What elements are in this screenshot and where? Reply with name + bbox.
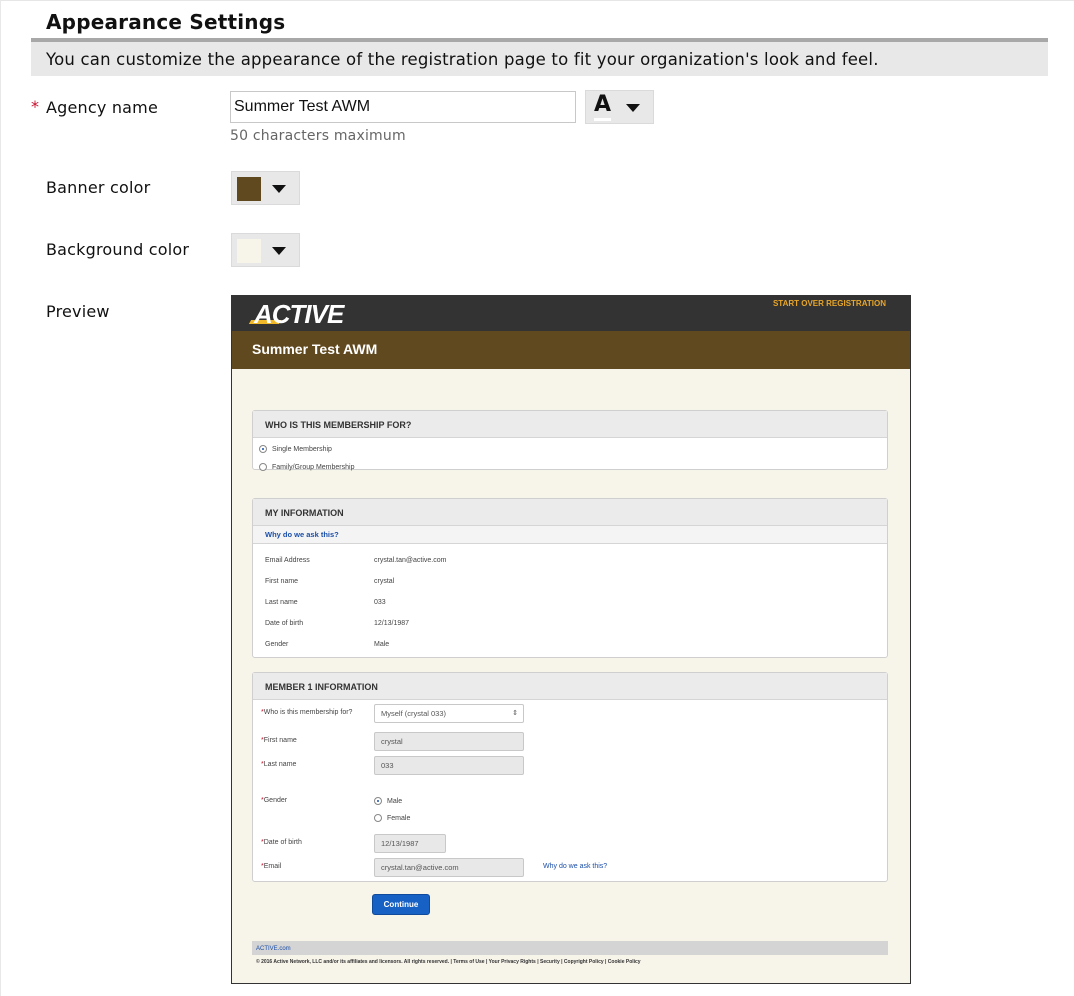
agency-name-hint: 50 characters maximum	[230, 128, 406, 144]
chevron-down-icon	[272, 247, 286, 255]
info-label: Gender	[265, 641, 289, 648]
who-card-header: WHO IS THIS MEMBERSHIP FOR?	[253, 411, 887, 438]
info-label: Date of birth	[265, 620, 304, 627]
preview-top-bar: ACTIVE START OVER REGISTRATION	[232, 296, 910, 331]
banner-color-swatch	[237, 177, 261, 201]
active-logo: ACTIVE	[254, 299, 344, 329]
info-label: Last name	[265, 599, 298, 606]
registration-preview: ACTIVE START OVER REGISTRATION Summer Te…	[231, 295, 911, 984]
info-value: 12/13/1987	[374, 620, 410, 627]
family-membership-option[interactable]: Family/Group Membership	[259, 463, 354, 471]
who-select-label: *Who is this membership for?	[261, 709, 353, 716]
member-info-header: MEMBER 1 INFORMATION	[253, 673, 887, 700]
email-label: *Email	[261, 863, 282, 870]
agency-name-input[interactable]	[230, 91, 576, 123]
background-color-label: Background color	[46, 240, 190, 259]
my-info-header: MY INFORMATION	[253, 499, 887, 526]
gender-male-option[interactable]: Male	[374, 797, 402, 805]
my-information-card: MY INFORMATION Why do we ask this? Email…	[252, 498, 888, 658]
last-name-field[interactable]: 033	[374, 756, 524, 775]
gender-label: *Gender	[261, 797, 288, 804]
gender-female-option[interactable]: Female	[374, 814, 410, 822]
footer-link[interactable]: ACTIVE.com	[256, 946, 291, 952]
first-name-label: *First name	[261, 737, 297, 744]
radio-selected-icon[interactable]	[259, 445, 267, 453]
member-information-card: MEMBER 1 INFORMATION *Who is this member…	[252, 672, 888, 882]
top-border	[0, 0, 1074, 4]
email-field[interactable]: crystal.tan@active.com	[374, 858, 524, 877]
dob-field[interactable]: 12/13/1987	[374, 834, 446, 853]
first-name-field[interactable]: crystal	[374, 732, 524, 751]
font-color-icon: A	[594, 92, 612, 117]
preview-label: Preview	[46, 302, 110, 321]
member-why-link[interactable]: Why do we ask this?	[543, 863, 607, 870]
last-name-label: *Last name	[261, 761, 297, 768]
info-value: Male	[374, 641, 390, 648]
chevron-down-icon	[272, 185, 286, 193]
select-arrows-icon: ⇕	[512, 710, 518, 717]
banner-color-picker[interactable]	[231, 171, 300, 205]
preview-agency-name: Summer Test AWM	[252, 341, 378, 357]
radio-selected-icon[interactable]	[374, 797, 382, 805]
who-membership-card: WHO IS THIS MEMBERSHIP FOR? Single Membe…	[252, 410, 888, 471]
background-color-swatch	[237, 239, 261, 263]
footer-legal-text: © 2016 Active Network, LLC and/or its af…	[256, 959, 641, 965]
left-border	[0, 0, 1, 996]
info-label: Email Address	[265, 557, 310, 564]
required-marker: *	[31, 97, 39, 116]
info-label: First name	[265, 578, 299, 585]
agency-name-label: Agency name	[46, 98, 159, 117]
single-membership-option[interactable]: Single Membership	[259, 445, 332, 453]
radio-icon[interactable]	[374, 814, 382, 822]
preview-banner: Summer Test AWM	[232, 331, 910, 369]
chevron-down-icon	[626, 104, 640, 112]
continue-button[interactable]: Continue	[372, 894, 430, 915]
background-color-picker[interactable]	[231, 233, 300, 267]
my-info-why-link[interactable]: Why do we ask this?	[253, 526, 887, 544]
start-over-link[interactable]: START OVER REGISTRATION	[773, 299, 886, 308]
footer-link-bar: ACTIVE.com	[252, 941, 888, 955]
info-value: crystal.tan@active.com	[374, 557, 447, 564]
font-color-swatch	[594, 118, 611, 121]
info-value: crystal	[374, 578, 395, 585]
section-description: You can customize the appearance of the …	[31, 42, 1048, 76]
section-title: Appearance Settings	[46, 10, 286, 34]
info-value: 033	[374, 599, 386, 606]
dob-label: *Date of birth	[261, 839, 302, 846]
font-color-picker[interactable]: A	[585, 90, 654, 124]
radio-icon[interactable]	[259, 463, 267, 471]
banner-color-label: Banner color	[46, 178, 151, 197]
who-membership-select[interactable]: Myself (crystal 033) ⇕	[374, 704, 524, 723]
